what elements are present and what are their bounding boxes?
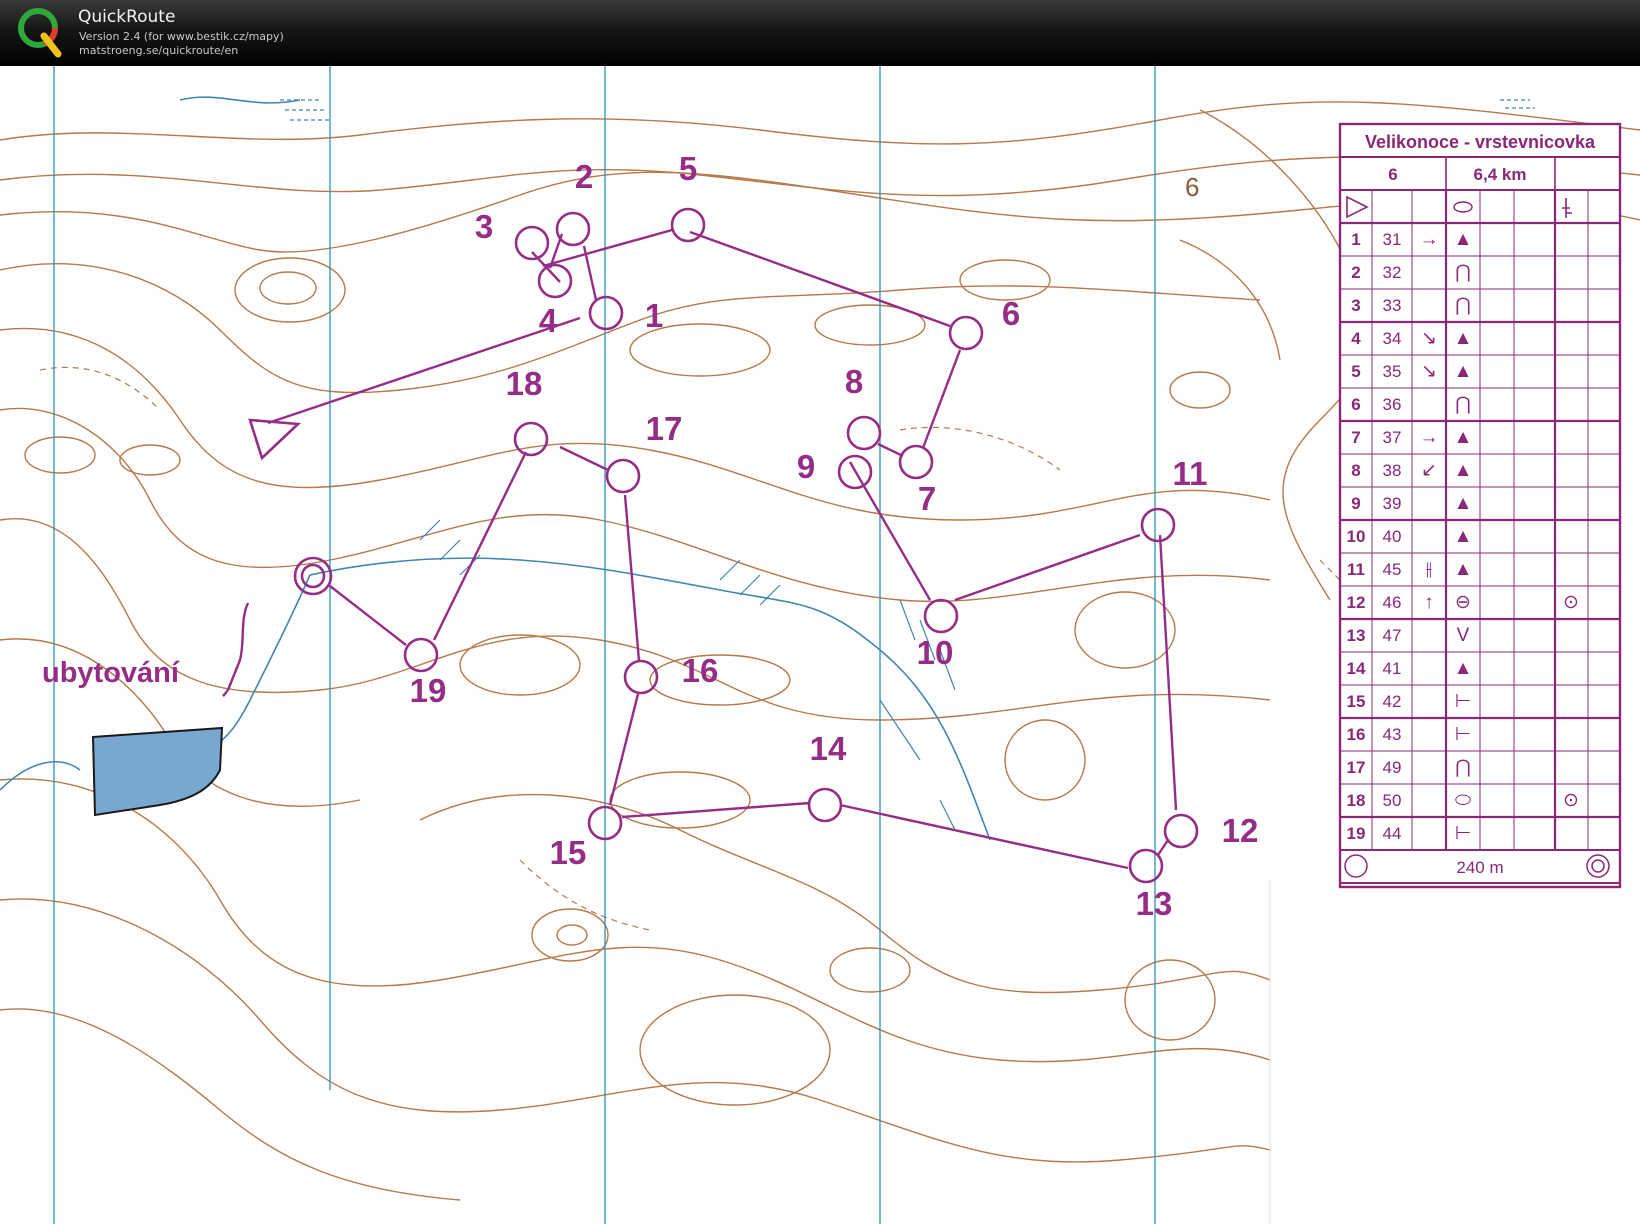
- desc-direction: ⫲: [1426, 559, 1432, 580]
- app-url: matstroeng.se/quickroute/en: [79, 44, 239, 57]
- desc-control-code: 43: [1383, 725, 1402, 744]
- desc-control-code: 42: [1383, 692, 1402, 711]
- course-length: 6,4 km: [1474, 165, 1527, 184]
- desc-feature: ⋂: [1455, 394, 1471, 415]
- desc-direction: →: [1420, 229, 1439, 250]
- control-number-15: 15: [550, 834, 587, 871]
- desc-control-number: 4: [1351, 329, 1361, 348]
- desc-feature: ⊖: [1455, 592, 1471, 613]
- finish-distance: 240 m: [1456, 858, 1503, 877]
- desc-control-code: 33: [1383, 296, 1402, 315]
- control-number-7: 7: [918, 480, 936, 517]
- desc-control-number: 17: [1347, 758, 1366, 777]
- control-number-14: 14: [810, 730, 847, 767]
- course-name: 6: [1388, 165, 1397, 184]
- desc-direction: ↑: [1424, 592, 1434, 613]
- control-number-19: 19: [410, 672, 447, 709]
- desc-control-number: 2: [1351, 263, 1360, 282]
- desc-control-code: 37: [1383, 428, 1402, 447]
- desc-feature: ⬭: [1455, 790, 1471, 811]
- desc-control-code: 40: [1383, 527, 1402, 546]
- desc-direction: ↘: [1421, 328, 1437, 349]
- desc-feature: ▲: [1454, 526, 1473, 547]
- desc-control-number: 11: [1347, 560, 1365, 579]
- control-number-1: 1: [645, 297, 663, 334]
- control-number-10: 10: [917, 634, 954, 671]
- control-number-16: 16: [682, 652, 719, 689]
- desc-control-code: 38: [1383, 461, 1402, 480]
- place-label: ubytování: [42, 657, 180, 689]
- desc-feature: ⋂: [1455, 262, 1471, 283]
- desc-feature: ▲: [1454, 460, 1473, 481]
- desc-feature: ▲: [1454, 427, 1473, 448]
- north-number-label: 6: [1185, 172, 1199, 202]
- desc-control-code: 41: [1383, 659, 1402, 678]
- desc-detail: ⊙: [1563, 592, 1579, 613]
- control-number-8: 8: [845, 363, 863, 400]
- desc-control-number: 14: [1347, 659, 1366, 678]
- desc-control-number: 13: [1347, 626, 1366, 645]
- desc-feature: ⋂: [1455, 295, 1471, 316]
- desc-control-number: 6: [1351, 395, 1360, 414]
- desc-control-code: 49: [1383, 758, 1402, 777]
- desc-control-number: 8: [1351, 461, 1360, 480]
- desc-control-number: 1: [1351, 230, 1360, 249]
- desc-control-number: 9: [1351, 494, 1360, 513]
- desc-control-code: 47: [1383, 626, 1402, 645]
- desc-control-number: 12: [1347, 593, 1366, 612]
- control-number-13: 13: [1136, 885, 1173, 922]
- control-number-4: 4: [539, 302, 558, 339]
- desc-control-number: 18: [1347, 791, 1366, 810]
- map-canvas[interactable]: 1 2 3 4 5 6 7 8 9 10 11 12 13 14 15 16 17 18 19 ubytování …: [0, 66, 1640, 1224]
- desc-direction: ↙: [1421, 460, 1437, 481]
- app-title: QuickRoute: [78, 7, 176, 27]
- desc-feature: ▲: [1454, 361, 1473, 382]
- desc-direction: ↘: [1421, 361, 1437, 382]
- title-bar: QuickRoute Version 2.4 (for www.bestik.c…: [0, 0, 1640, 66]
- control-number-5: 5: [679, 150, 697, 187]
- desc-control-number: 10: [1347, 527, 1366, 546]
- desc-feature: V: [1457, 625, 1470, 646]
- desc-feature: ⊢: [1455, 724, 1472, 745]
- desc-feature: ⋂: [1455, 757, 1471, 778]
- desc-control-code: 32: [1383, 263, 1402, 282]
- quickroute-q-logo-icon: [18, 8, 62, 58]
- desc-feature: ▲: [1454, 328, 1473, 349]
- control-number-18: 18: [506, 365, 543, 402]
- desc-control-code: 45: [1383, 560, 1402, 579]
- map-margin: [1270, 880, 1640, 1224]
- desc-control-code: 46: [1383, 593, 1402, 612]
- desc-control-number: 16: [1347, 725, 1366, 744]
- desc-feature: ▲: [1454, 229, 1473, 250]
- desc-control-number: 19: [1347, 824, 1366, 843]
- desc-control-number: 5: [1351, 362, 1360, 381]
- desc-feature: ⊢: [1455, 823, 1472, 844]
- desc-control-number: 3: [1351, 296, 1360, 315]
- control-number-2: 2: [575, 158, 593, 195]
- desc-feature: ⊢: [1455, 691, 1472, 712]
- control-number-11: 11: [1173, 455, 1208, 492]
- event-name: Velikonoce - vrstevnicovka: [1365, 132, 1596, 152]
- desc-feature: ▲: [1454, 493, 1473, 514]
- desc-feature: ▲: [1454, 658, 1473, 679]
- desc-control-code: 50: [1383, 791, 1402, 810]
- desc-control-code: 44: [1383, 824, 1402, 843]
- desc-direction: →: [1420, 427, 1439, 448]
- control-description-sheet: Velikonoce - vrstevnicovka 6 6,4 km 1 31 →…: [1338, 122, 1622, 889]
- desc-control-code: 39: [1383, 494, 1402, 513]
- desc-control-code: 36: [1383, 395, 1402, 414]
- control-number-9: 9: [797, 448, 815, 485]
- desc-control-code: 34: [1383, 329, 1402, 348]
- desc-feature: ▲: [1454, 559, 1473, 580]
- control-number-12: 12: [1222, 812, 1259, 849]
- desc-control-code: 31: [1383, 230, 1402, 249]
- control-number-17: 17: [646, 410, 683, 447]
- desc-control-code: 35: [1383, 362, 1402, 381]
- desc-control-number: 15: [1347, 692, 1366, 711]
- control-number-3: 3: [475, 208, 493, 245]
- desc-control-number: 7: [1351, 428, 1360, 447]
- app-version: Version 2.4 (for www.bestik.cz/mapy): [79, 30, 284, 43]
- control-number-6: 6: [1002, 295, 1020, 332]
- desc-detail: ⊙: [1563, 790, 1579, 811]
